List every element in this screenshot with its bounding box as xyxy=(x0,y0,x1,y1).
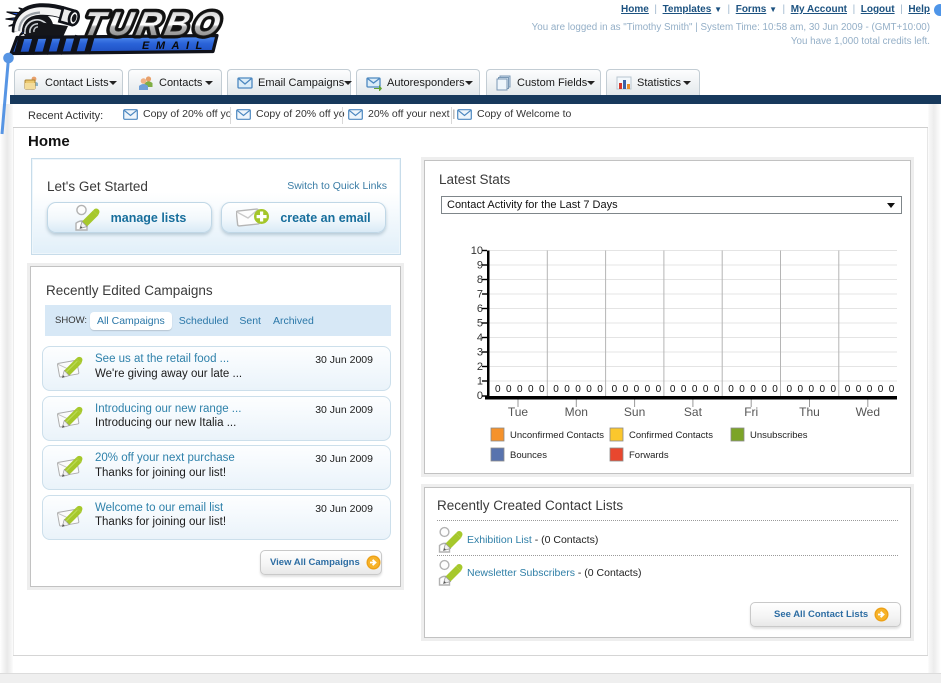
svg-text:TURBO: TURBO xyxy=(80,6,228,43)
svg-text:Bounces: Bounces xyxy=(510,450,547,461)
svg-text:0: 0 xyxy=(539,384,545,395)
svg-text:0: 0 xyxy=(528,384,534,395)
svg-text:10: 10 xyxy=(471,245,483,257)
svg-text:Forwards: Forwards xyxy=(629,450,669,461)
svg-text:Tue: Tue xyxy=(508,405,529,419)
svg-text:Unsubscribes: Unsubscribes xyxy=(750,430,808,441)
svg-text:Mon: Mon xyxy=(565,405,588,419)
svg-text:0: 0 xyxy=(495,384,501,395)
svg-text:Thu: Thu xyxy=(799,405,820,419)
svg-text:Fri: Fri xyxy=(744,405,758,419)
svg-text:0: 0 xyxy=(517,384,523,395)
svg-text:Wed: Wed xyxy=(856,405,880,419)
svg-text:Confirmed Contacts: Confirmed Contacts xyxy=(629,430,713,441)
svg-text:Sat: Sat xyxy=(684,405,703,419)
svg-text:Unconfirmed Contacts: Unconfirmed Contacts xyxy=(510,430,604,441)
svg-text:Sun: Sun xyxy=(624,405,645,419)
svg-text:0: 0 xyxy=(506,384,512,395)
